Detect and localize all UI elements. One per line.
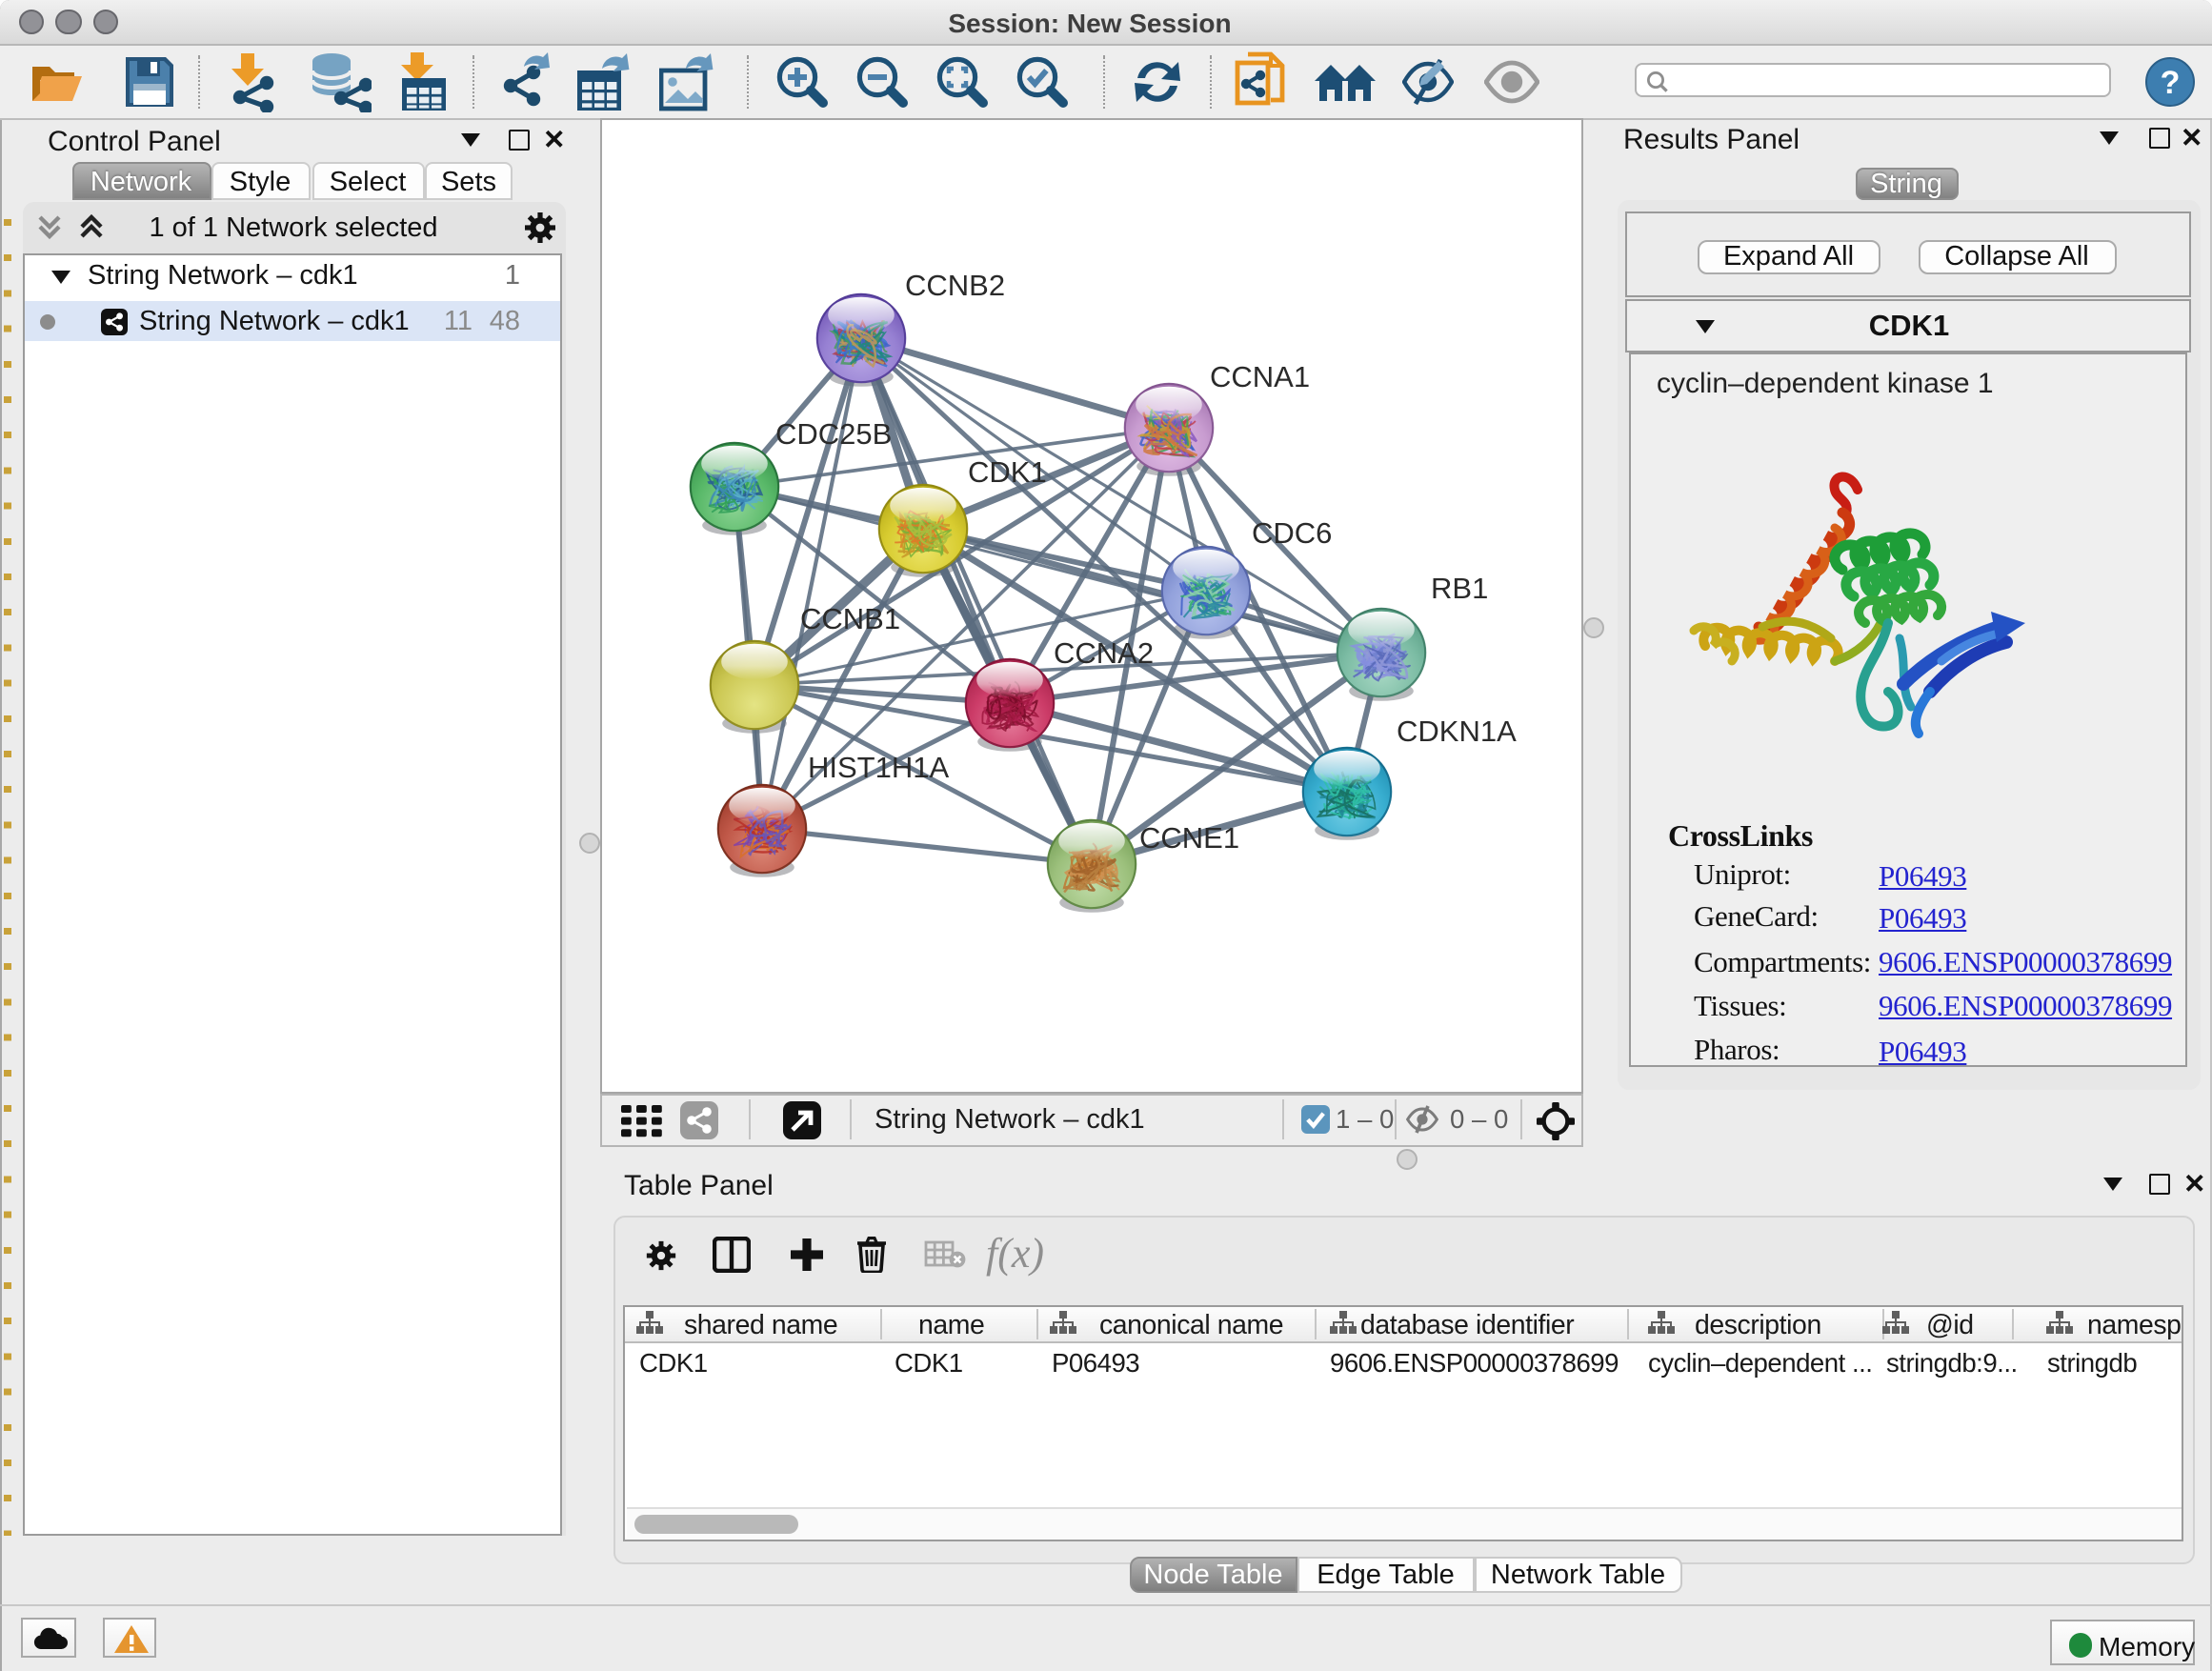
svg-text:CCNA2: CCNA2	[1054, 635, 1154, 669]
svg-text:CCNE1: CCNE1	[1139, 820, 1239, 854]
svg-text:CDC6: CDC6	[1252, 515, 1332, 549]
svg-text:RB1: RB1	[1431, 571, 1488, 604]
svg-text:CCNA1: CCNA1	[1210, 359, 1310, 393]
svg-text:CCNB2: CCNB2	[905, 268, 1005, 301]
svg-text:CCNB1: CCNB1	[800, 601, 900, 634]
svg-text:CDC25B: CDC25B	[775, 416, 892, 450]
svg-text:?: ?	[2161, 65, 2181, 101]
svg-text:CDK1: CDK1	[968, 454, 1047, 488]
svg-text:HIST1H1A: HIST1H1A	[808, 750, 949, 783]
svg-text:CDKN1A: CDKN1A	[1397, 714, 1517, 747]
